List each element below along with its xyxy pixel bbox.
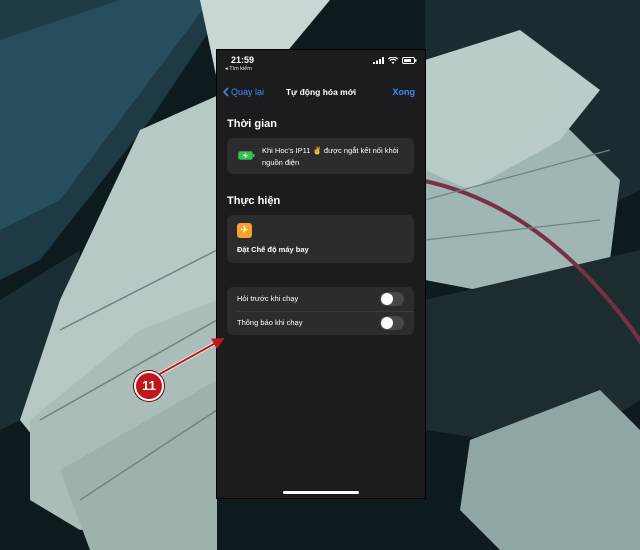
toggle-knob xyxy=(381,293,393,305)
battery-status-icon xyxy=(402,56,417,64)
setting-row-ask-before-running: Hỏi trước khi chạy xyxy=(227,287,414,311)
navigation-bar: Quay lại Tự động hóa mới Xong xyxy=(217,86,425,102)
done-button[interactable]: Xong xyxy=(393,87,416,97)
cellular-signal-icon xyxy=(373,56,384,64)
trigger-card[interactable]: Khi Hoc's IP11 ✌️ được ngắt kết nối khỏi… xyxy=(227,138,414,174)
ask-before-running-toggle[interactable] xyxy=(380,292,404,306)
settings-card: Hỏi trước khi chạy Thông báo khi chạy xyxy=(227,287,414,335)
action-card[interactable]: ✈ Đặt Chế độ máy bay xyxy=(227,215,414,263)
status-time: 21:59 xyxy=(231,55,255,65)
home-indicator xyxy=(283,491,359,494)
battery-charging-icon xyxy=(238,151,255,160)
status-icons xyxy=(373,56,417,64)
toggle-knob xyxy=(381,317,393,329)
status-bar: 21:59 ◂ Tìm kiếm xyxy=(217,50,425,74)
phone-screen: 21:59 ◂ Tìm kiếm Quay lại Tự động hóa mớ… xyxy=(217,50,425,498)
setting-label: Hỏi trước khi chạy xyxy=(237,294,299,303)
wifi-icon xyxy=(388,56,398,64)
trigger-description: Khi Hoc's IP11 ✌️ được ngắt kết nối khỏi… xyxy=(262,146,399,167)
action-section-title: Thực hiện xyxy=(227,195,281,207)
airplane-icon: ✈ xyxy=(237,223,252,238)
trigger-section-title: Thời gian xyxy=(227,118,277,130)
back-to-app-link[interactable]: ◂ Tìm kiếm xyxy=(225,66,252,72)
action-label: Đặt Chế độ máy bay xyxy=(237,245,309,254)
setting-row-notify-when-run: Thông báo khi chạy xyxy=(227,311,414,335)
step-number-badge: 11 xyxy=(134,371,164,401)
notify-when-run-toggle[interactable] xyxy=(380,316,404,330)
setting-label: Thông báo khi chạy xyxy=(237,318,303,327)
